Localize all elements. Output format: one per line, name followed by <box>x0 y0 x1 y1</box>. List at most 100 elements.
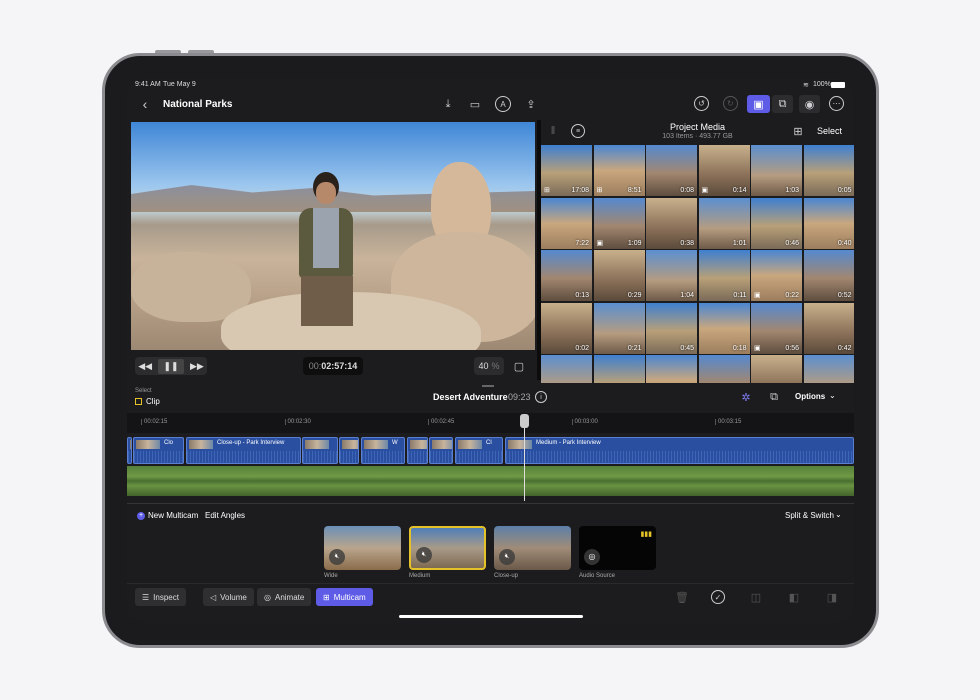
media-thumbnail[interactable]: 1:03 <box>751 145 802 196</box>
media-thumbnail[interactable]: 0:18 <box>698 302 750 354</box>
person-subject <box>291 172 361 347</box>
voiceover-icon[interactable]: A <box>495 96 511 112</box>
viewer-options-icon[interactable]: ▢ <box>511 358 527 374</box>
stickers-icon[interactable]: ⧉ <box>772 95 793 113</box>
timeline-clip[interactable] <box>429 437 453 464</box>
media-thumbnail[interactable]: 0:40 <box>803 197 854 249</box>
bottom-toolbar: ☰ Inspect ◁ Volume ◎ Animate ⊞ Multicam 🗑︎ ✓… <box>127 583 854 613</box>
checkmark-icon[interactable]: ✓ <box>711 590 725 604</box>
media-thumbnail[interactable]: 7:22 <box>541 197 592 249</box>
media-thumbnail[interactable]: 0:05 <box>803 145 854 196</box>
record-icon[interactable]: ◉ <box>799 95 820 113</box>
more-icon[interactable]: ⋯ <box>829 96 844 111</box>
volume-button[interactable]: ◁ Volume <box>203 588 254 606</box>
media-thumbnail[interactable]: ▣ 1:09 <box>593 197 645 249</box>
timeline-clip[interactable]: Cl <box>455 437 503 464</box>
media-duration: 0:02 <box>575 344 589 352</box>
inspect-button[interactable]: ☰ Inspect <box>135 588 186 606</box>
camera-icon[interactable]: ▭ <box>467 96 483 112</box>
media-thumbnail[interactable]: 0:52 <box>803 250 854 301</box>
timeline-clip[interactable]: Close-up - Park Interview <box>186 437 301 464</box>
media-thumbnail[interactable]: 0:29 <box>593 250 645 301</box>
angle-medium[interactable]: 🔇︎ <box>409 526 486 570</box>
animate-label: Animate <box>274 592 305 602</box>
photos-icon[interactable]: ▣ <box>747 95 770 113</box>
media-thumbnail[interactable]: ⊞ 17:08 <box>541 145 592 196</box>
clip-thumbnail <box>508 440 532 449</box>
media-thumbnail[interactable]: ▣ 0:14 <box>698 145 750 196</box>
media-duration: 0:14 <box>732 187 747 194</box>
info-icon[interactable]: i <box>535 391 547 403</box>
timeline-clip[interactable]: Medium - Park Interview <box>505 437 854 464</box>
media-thumbnail[interactable]: ▣ 0:22 <box>751 250 802 301</box>
select-button[interactable]: Select <box>817 126 842 136</box>
media-thumbnail[interactable]: 0:02 <box>541 302 592 354</box>
import-icon[interactable]: ⤓ <box>440 96 456 112</box>
media-duration: 17:08 <box>571 187 589 194</box>
multicam-button[interactable]: ⊞ Multicam <box>316 588 373 606</box>
media-title: Project Media <box>669 122 726 132</box>
clip-connect-icon[interactable]: ⧉ <box>767 390 781 404</box>
audio-waveform <box>134 451 183 463</box>
audio-waveform <box>128 451 131 463</box>
media-duration: 1:09 <box>627 239 642 247</box>
inspect-label: Inspect <box>153 592 179 602</box>
clip-thumbnail <box>410 440 427 449</box>
screen: 9:41 AM Tue May 9 ≋ 100% ‹ National Park… <box>127 78 854 623</box>
animate-button[interactable]: ◎ Animate <box>257 588 312 606</box>
edit-angles-button[interactable]: Edit Angles <box>205 511 245 520</box>
timeline-clip[interactable]: Clo <box>133 437 184 464</box>
new-multicam-button[interactable]: New Multicam <box>148 511 198 520</box>
timeline-ruler[interactable]: 00:02:15 00:02:30 00:02:45 00:03:00 00:03:15… <box>127 413 854 433</box>
timeline-clip[interactable] <box>127 437 132 464</box>
share-icon[interactable]: ⇪ <box>523 96 539 112</box>
playhead-handle[interactable] <box>520 414 529 428</box>
media-thumbnail[interactable]: 0:21 <box>593 302 645 354</box>
multicam-panel: + New Multicam Edit Angles Split & Switc… <box>127 503 854 583</box>
zoom-field[interactable]: 40% <box>474 357 504 375</box>
media-thumbnail[interactable]: 0:46 <box>751 197 802 249</box>
angle-closeup[interactable]: 🔇︎ <box>494 526 571 570</box>
split-switch-menu[interactable]: Split & Switch <box>785 511 834 520</box>
video-viewer[interactable] <box>131 122 535 350</box>
options-button[interactable]: Options <box>795 392 825 401</box>
fast-forward-icon[interactable]: ▶▶ <box>190 361 204 372</box>
angle-audio-source[interactable]: ▮▮▮ ◎ <box>579 526 656 570</box>
chevron-left-icon[interactable]: ‹ <box>137 95 153 113</box>
audio-track[interactable] <box>127 466 854 496</box>
timeline-clip[interactable] <box>339 437 359 464</box>
timeline-clip[interactable]: W <box>361 437 405 464</box>
pause-icon[interactable]: ❚❚ <box>158 358 184 374</box>
trim-end-icon[interactable]: ◨ <box>825 590 839 604</box>
rewind-icon[interactable]: ◀◀ <box>138 361 152 372</box>
media-thumbnail[interactable]: 0:13 <box>541 250 592 301</box>
redo-icon[interactable]: ↻ <box>723 96 738 111</box>
split-icon[interactable]: ◫ <box>749 590 763 604</box>
clip-mode-select[interactable]: Clip <box>146 397 160 406</box>
status-date: Tue May 9 <box>163 81 196 88</box>
angle-label: Wide <box>324 573 338 579</box>
media-thumbnail[interactable]: 0:45 <box>646 302 697 354</box>
clip-thumbnail <box>136 440 160 449</box>
resize-handle[interactable] <box>482 385 494 387</box>
grid-view-icon[interactable]: ⊞ <box>791 124 805 138</box>
media-thumbnail[interactable]: 0:08 <box>646 145 697 196</box>
audio-waveform <box>340 451 358 463</box>
home-indicator[interactable] <box>399 615 583 618</box>
undo-icon[interactable]: ↺ <box>694 96 709 111</box>
snapping-icon[interactable]: ✲ <box>739 390 753 404</box>
media-thumbnail[interactable]: 1:04 <box>646 250 697 301</box>
media-thumbnail[interactable]: 1:01 <box>698 197 750 249</box>
trim-start-icon[interactable]: ◧ <box>787 590 801 604</box>
media-thumbnail[interactable]: 0:38 <box>646 197 697 249</box>
timeline-clip[interactable] <box>407 437 428 464</box>
timeline-clip[interactable] <box>302 437 338 464</box>
trash-icon[interactable]: 🗑︎ <box>675 590 689 604</box>
media-thumbnail[interactable]: ▣ 0:56 <box>751 302 802 354</box>
angle-wide[interactable]: 🔇︎ <box>324 526 401 570</box>
media-duration: 7:22 <box>575 239 589 247</box>
media-thumbnail[interactable]: 0:11 <box>698 250 750 301</box>
clip-label: Medium - Park Interview <box>536 440 601 446</box>
media-thumbnail[interactable]: 0:42 <box>803 302 854 354</box>
media-thumbnail[interactable]: ⊞ 8:51 <box>593 145 645 196</box>
